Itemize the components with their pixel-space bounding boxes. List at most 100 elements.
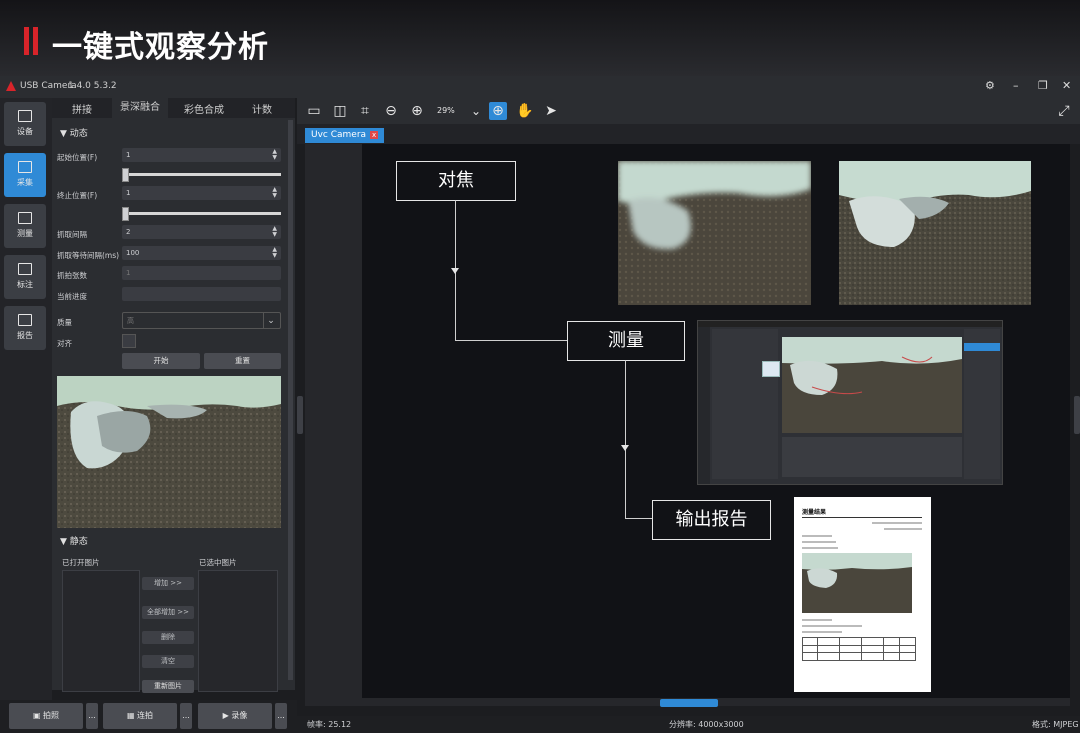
open-folder-icon[interactable]: ▭ — [305, 102, 323, 120]
left-nav: 设备 采集 测量 标注 报告 — [0, 98, 52, 700]
zoom-dropdown-chevron-icon[interactable]: ⌄ — [467, 102, 485, 120]
tab-close-icon[interactable]: x — [370, 131, 379, 139]
unfocused-sample-image — [618, 161, 811, 305]
collapse-right-panel-handle[interactable] — [1074, 396, 1080, 434]
banner-bars — [24, 27, 42, 59]
measure-icon — [18, 212, 32, 224]
end-pos-input[interactable]: 1 ▲ ▼ — [122, 186, 281, 200]
spin-icon[interactable]: ▲ ▼ — [272, 149, 277, 161]
zoom-level: 29% — [437, 106, 455, 115]
wait-interval-input[interactable]: 100 ▲ ▼ — [122, 246, 281, 260]
tab-depth-fusion[interactable]: 景深融合 — [112, 98, 168, 118]
clear-button[interactable]: 清空 — [142, 655, 194, 668]
tab-stitch[interactable]: 拼接 — [72, 101, 92, 116]
start-button[interactable]: 开始 — [122, 353, 200, 369]
pointer-icon[interactable]: ➤ — [542, 102, 560, 120]
align-checkbox[interactable] — [122, 334, 136, 348]
capture-interval-input[interactable]: 2 ▲ ▼ — [122, 225, 281, 239]
report-image — [802, 553, 912, 613]
crop-icon[interactable]: ⌗ — [356, 102, 374, 120]
spin-icon[interactable]: ▲ ▼ — [272, 226, 277, 238]
record-more-button[interactable]: ... — [275, 703, 287, 729]
spin-icon[interactable]: ▲ ▼ — [272, 247, 277, 259]
rearrange-button[interactable]: 重新图片 — [142, 680, 194, 693]
collapse-left-panel-handle[interactable] — [297, 396, 303, 434]
resolution-readout: 分辨率: 4000x3000 — [669, 720, 744, 729]
shot-count-label: 抓拍张数 — [57, 271, 87, 280]
focused-sample-image — [839, 161, 1031, 305]
record-button[interactable]: ▶ 录像 — [198, 703, 272, 729]
static-section-header[interactable]: ▼ 静态 — [60, 534, 88, 547]
burst-icon: ▦ — [126, 711, 138, 720]
settings-gear-icon[interactable]: ⚙ — [985, 79, 995, 92]
nav-annotate[interactable]: 标注 — [4, 255, 46, 299]
nav-device[interactable]: 设备 — [4, 102, 46, 146]
nav-measure[interactable]: 测量 — [4, 204, 46, 248]
tab-color-composite[interactable]: 彩色合成 — [184, 101, 224, 116]
add-all-button[interactable]: 全部增加 >> — [142, 606, 194, 619]
tab-count[interactable]: 计数 — [252, 101, 272, 116]
wait-interval-label: 抓取等待间隔(ms) — [57, 251, 120, 260]
capture-interval-label: 抓取间隔 — [57, 230, 87, 239]
fps-readout: 帧率: 25.12 — [307, 720, 352, 729]
fused-preview-image — [57, 376, 281, 528]
burst-button[interactable]: ▦ 连拍 — [103, 703, 177, 729]
view-toolbar: ▭ ◫ ⌗ ⊖ ⊕ 29% ⌄ ⊕ ✋ ➤ ⤢ — [297, 98, 1080, 124]
minimize-icon[interactable]: – — [1013, 79, 1019, 92]
crosshair-icon[interactable]: ⊕ — [489, 102, 507, 120]
opened-images-list[interactable] — [62, 570, 140, 692]
capture-bar: ▣ 拍照 ... ▦ 连拍 ... ▶ 录像 ... — [0, 700, 297, 733]
dynamic-section-header[interactable]: ▼ 动态 — [60, 126, 88, 139]
split-view-icon[interactable]: ◫ — [331, 102, 349, 120]
connector-line — [455, 340, 567, 341]
banner-title: 一键式观察分析 — [52, 30, 269, 65]
format-readout: 格式: MJPEG — [1032, 720, 1079, 729]
camera-icon — [18, 161, 32, 173]
shot-count-input: 1 — [122, 266, 281, 280]
report-title: 测量结果 — [802, 509, 827, 516]
snap-more-button[interactable]: ... — [86, 703, 98, 729]
measure-step-box: 测量 — [567, 321, 685, 361]
zoom-out-icon[interactable]: ⊖ — [382, 102, 400, 120]
quality-label: 质量 — [57, 318, 72, 327]
start-pos-label: 起始位置(F) — [57, 153, 98, 162]
chevron-down-icon[interactable]: ⌄ — [263, 313, 278, 328]
close-icon[interactable]: ✕ — [1062, 79, 1071, 92]
nav-capture[interactable]: 采集 — [4, 153, 46, 197]
align-label: 对齐 — [57, 339, 72, 348]
start-pos-slider[interactable] — [122, 168, 281, 182]
progress-label: 当前进度 — [57, 292, 87, 301]
report-step-box: 输出报告 — [652, 500, 771, 540]
selected-images-list[interactable] — [198, 570, 278, 692]
burst-more-button[interactable]: ... — [180, 703, 192, 729]
connector-line — [625, 518, 652, 519]
quality-select[interactable]: 高 ⌄ — [122, 312, 281, 329]
reset-button[interactable]: 重置 — [204, 353, 281, 369]
delete-button[interactable]: 删除 — [142, 631, 194, 644]
tab-uvc-camera[interactable]: Uvc Camera x — [305, 128, 385, 143]
measurement-software-thumbnail — [697, 320, 1003, 485]
maximize-icon[interactable]: ❐ — [1038, 79, 1048, 92]
hand-pan-icon[interactable]: ✋ — [516, 102, 534, 120]
selected-images-label: 已选中图片 — [199, 558, 237, 567]
add-button[interactable]: 增加 >> — [142, 577, 194, 590]
app-version: 1.4.0 5.3.2 — [68, 81, 117, 91]
report-icon — [18, 314, 32, 326]
start-pos-input[interactable]: 1 ▲ ▼ — [122, 148, 281, 162]
report-page-thumbnail: 测量结果 — [794, 497, 931, 692]
snap-button[interactable]: ▣ 拍照 — [9, 703, 83, 729]
pen-icon — [18, 263, 32, 275]
collapse-bottom-panel-handle[interactable] — [660, 699, 718, 707]
nav-report[interactable]: 报告 — [4, 306, 46, 350]
slider-handle[interactable] — [122, 207, 129, 221]
fullscreen-icon[interactable]: ⤢ — [1055, 102, 1073, 120]
arrow-down-icon — [621, 445, 629, 451]
document-tabs: Uvc Camera x — [297, 124, 1080, 144]
slider-handle[interactable] — [122, 168, 129, 182]
arrow-down-icon — [451, 268, 459, 274]
spin-icon[interactable]: ▲ ▼ — [272, 187, 277, 199]
panel-scrollbar[interactable] — [288, 120, 293, 680]
end-pos-slider[interactable] — [122, 207, 281, 221]
zoom-in-icon[interactable]: ⊕ — [408, 102, 426, 120]
end-pos-label: 终止位置(F) — [57, 191, 98, 200]
